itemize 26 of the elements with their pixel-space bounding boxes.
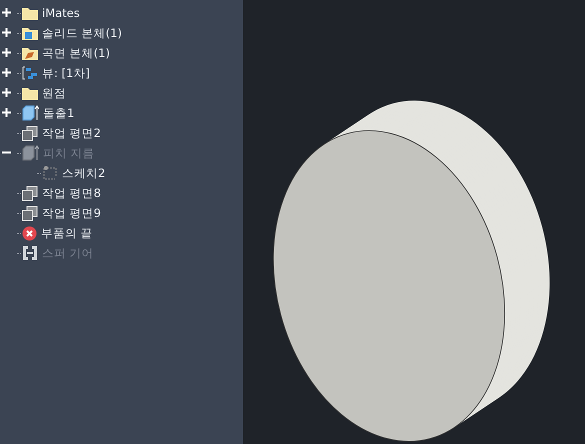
tree-item-label[interactable]: 작업 평면8 xyxy=(42,186,101,200)
extrude-cube-icon xyxy=(22,145,39,161)
tree-item-label[interactable]: 돌출1 xyxy=(43,106,74,120)
tree-item-label[interactable]: 뷰: [1차] xyxy=(42,66,90,80)
tree-item-label[interactable]: 곡면 본체(1) xyxy=(42,46,110,60)
error-icon xyxy=(22,226,37,240)
expand-icon[interactable] xyxy=(2,108,11,117)
expand-icon[interactable] xyxy=(2,8,11,17)
expand-icon[interactable] xyxy=(2,48,11,57)
tree-item-label[interactable]: 솔리드 본체(1) xyxy=(42,26,122,40)
tree-view-icon xyxy=(22,66,38,80)
folder-icon xyxy=(22,6,38,20)
folder-icon xyxy=(22,86,38,100)
sketch-icon xyxy=(42,165,58,181)
expand-icon[interactable] xyxy=(2,28,11,37)
tree-item-label[interactable]: 작업 평면2 xyxy=(42,126,101,140)
tree-item-label[interactable]: 원점 xyxy=(42,86,66,100)
tree-item-label[interactable]: 부품의 끝 xyxy=(41,226,93,240)
gear-bracket-icon xyxy=(22,245,38,261)
tree-item-label[interactable]: iMates xyxy=(42,6,80,20)
expand-icon[interactable] xyxy=(2,88,11,97)
tree-item-label[interactable]: 작업 평면9 xyxy=(42,206,101,220)
expand-icon[interactable] xyxy=(2,68,11,77)
folder-cube-icon xyxy=(22,26,38,40)
folder-surface-icon xyxy=(22,46,38,60)
extrude-cube-icon xyxy=(22,105,39,121)
